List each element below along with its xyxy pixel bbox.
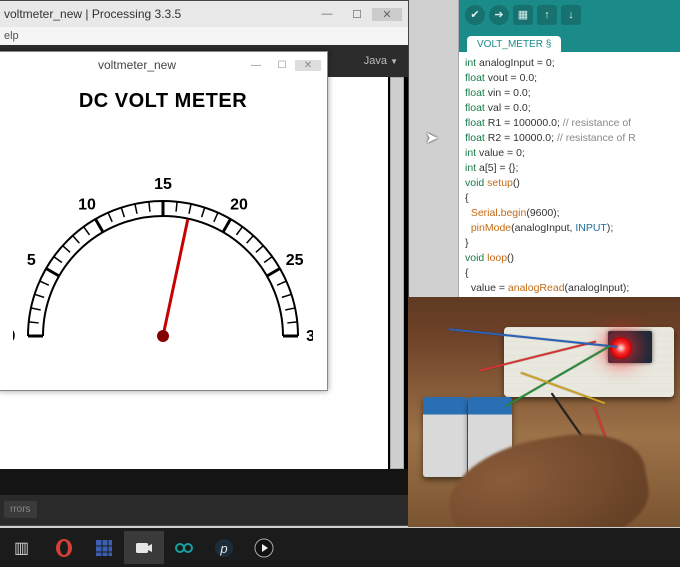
svg-text:15: 15 — [154, 176, 172, 193]
arduino-ide-window[interactable]: ✔ ➔ ▦ ↑ ↓ VOLT_METER § int analogInput =… — [458, 0, 680, 300]
taskbar-item-media[interactable] — [244, 531, 284, 564]
sketch-canvas: DC VOLT METER 0 5 10 15 20 25 30 — [0, 78, 327, 390]
battery-1 — [423, 397, 467, 477]
taskbar[interactable]: ▥ p — [0, 528, 680, 567]
svg-text:30: 30 — [306, 328, 313, 345]
arduino-tabbar: VOLT_METER § — [459, 30, 680, 52]
sketch-tab[interactable]: VOLT_METER § — [467, 36, 561, 52]
new-button[interactable]: ▦ — [513, 5, 533, 25]
taskbar-item-camera[interactable] — [124, 531, 164, 564]
svg-text:p: p — [219, 541, 227, 556]
taskbar-item-processing[interactable]: p — [204, 531, 244, 564]
taskbar-item-unknown[interactable]: ▥ — [4, 531, 44, 564]
sketch-window[interactable]: voltmeter_new — ☐ ✕ DC VOLT METER 0 5 10 15… — [0, 51, 328, 391]
processing-footer: rrors — [0, 495, 408, 525]
camera-feed — [408, 297, 680, 527]
chevron-down-icon: ▼ — [390, 57, 398, 66]
taskbar-item-opera[interactable] — [44, 531, 84, 564]
svg-text:5: 5 — [27, 252, 36, 269]
svg-text:20: 20 — [230, 196, 248, 213]
svg-text:0: 0 — [13, 328, 16, 345]
maximize-button[interactable]: ☐ — [269, 60, 295, 71]
power-led — [610, 337, 632, 359]
arduino-toolbar: ✔ ➔ ▦ ↑ ↓ — [459, 0, 680, 30]
save-button[interactable]: ↓ — [561, 5, 581, 25]
processing-menubar[interactable]: elp — [0, 27, 408, 45]
maximize-button[interactable]: ☐ — [342, 8, 372, 21]
errors-tab[interactable]: rrors — [4, 501, 37, 518]
scrollbar-thumb[interactable] — [390, 77, 404, 469]
processing-title: voltmeter_new | Processing 3.3.5 — [4, 7, 312, 21]
close-button[interactable]: ✕ — [295, 60, 321, 71]
svg-text:10: 10 — [78, 196, 96, 213]
minimize-button[interactable]: — — [243, 60, 269, 71]
verify-button[interactable]: ✔ — [465, 5, 485, 25]
vertical-scrollbar[interactable] — [390, 77, 404, 469]
upload-button[interactable]: ➔ — [489, 5, 509, 25]
mouse-cursor-icon: ➤ — [425, 128, 438, 148]
taskbar-item-grid[interactable] — [84, 531, 124, 564]
menubar-fragment[interactable]: elp — [4, 30, 19, 42]
meter-title: DC VOLT METER — [0, 90, 327, 113]
open-button[interactable]: ↑ — [537, 5, 557, 25]
sketch-title: voltmeter_new — [31, 58, 243, 72]
minimize-button[interactable]: — — [312, 8, 342, 20]
close-button[interactable]: ✕ — [372, 8, 402, 21]
sketch-titlebar[interactable]: voltmeter_new — ☐ ✕ — [0, 52, 327, 78]
arduino-code-editor[interactable]: int analogInput = 0;float vout = 0.0;flo… — [459, 52, 680, 315]
mode-selector[interactable]: Java ▼ — [364, 55, 398, 67]
voltmeter-gauge: 0 5 10 15 20 25 30 — [13, 136, 313, 376]
taskbar-item-arduino[interactable] — [164, 531, 204, 564]
svg-text:25: 25 — [286, 252, 304, 269]
processing-statusbar — [0, 469, 408, 495]
processing-titlebar[interactable]: voltmeter_new | Processing 3.3.5 — ☐ ✕ — [0, 1, 408, 27]
